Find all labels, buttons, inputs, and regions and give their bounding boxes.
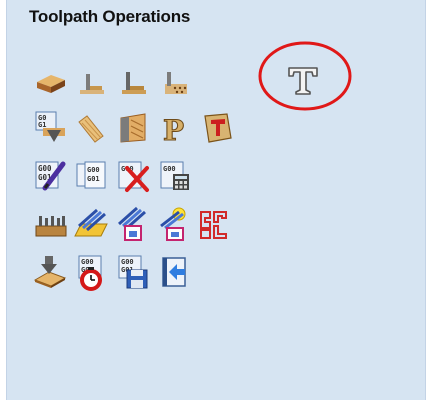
svg-text:G1: G1: [38, 121, 46, 129]
toolpath-operations-panel: Toolpath Operations G0 G1 P G00 G01 G00 …: [6, 0, 426, 400]
panel-title: Toolpath Operations: [29, 7, 191, 26]
engraving-icon[interactable]: [197, 108, 237, 148]
nesting-icon[interactable]: [195, 204, 235, 244]
gcode-timer-icon[interactable]: G00 G01: [71, 252, 111, 292]
drilling-toolpath-icon[interactable]: [155, 60, 195, 100]
svg-text:G00: G00: [81, 258, 94, 266]
gcode-download-icon[interactable]: G0 G1: [31, 108, 71, 148]
svg-text:G00: G00: [121, 258, 134, 266]
material-setup-icon[interactable]: [31, 252, 71, 292]
import-toolpath-icon[interactable]: [155, 252, 195, 292]
layers-light-icon[interactable]: [155, 204, 195, 244]
svg-text:G00: G00: [38, 164, 52, 173]
tabs-tool-icon[interactable]: [31, 204, 71, 244]
pocket-toolpath-icon[interactable]: [113, 60, 153, 100]
wood-block-icon[interactable]: [31, 60, 71, 100]
texture-toolpath-icon[interactable]: [71, 108, 111, 148]
svg-text:G01: G01: [87, 175, 100, 183]
layers-folder-icon[interactable]: [71, 204, 111, 244]
svg-text:G00: G00: [87, 166, 100, 174]
layers-save-icon[interactable]: [113, 204, 153, 244]
profile-toolpath-icon[interactable]: [71, 60, 111, 100]
edit-gcode-icon[interactable]: G00 G01: [31, 156, 71, 196]
svg-text:G00: G00: [163, 165, 176, 173]
text-tool-icon[interactable]: [283, 60, 323, 100]
fluting-icon[interactable]: [113, 108, 153, 148]
svg-text:P: P: [163, 114, 184, 147]
toolpath-calculator-icon[interactable]: G00: [155, 156, 195, 196]
delete-toolpath-icon[interactable]: G00: [113, 156, 153, 196]
save-toolpath-icon[interactable]: G00 G01: [113, 252, 153, 292]
gcode-files-icon[interactable]: G00 G01: [71, 156, 111, 196]
prism-carving-icon[interactable]: P: [155, 108, 195, 148]
